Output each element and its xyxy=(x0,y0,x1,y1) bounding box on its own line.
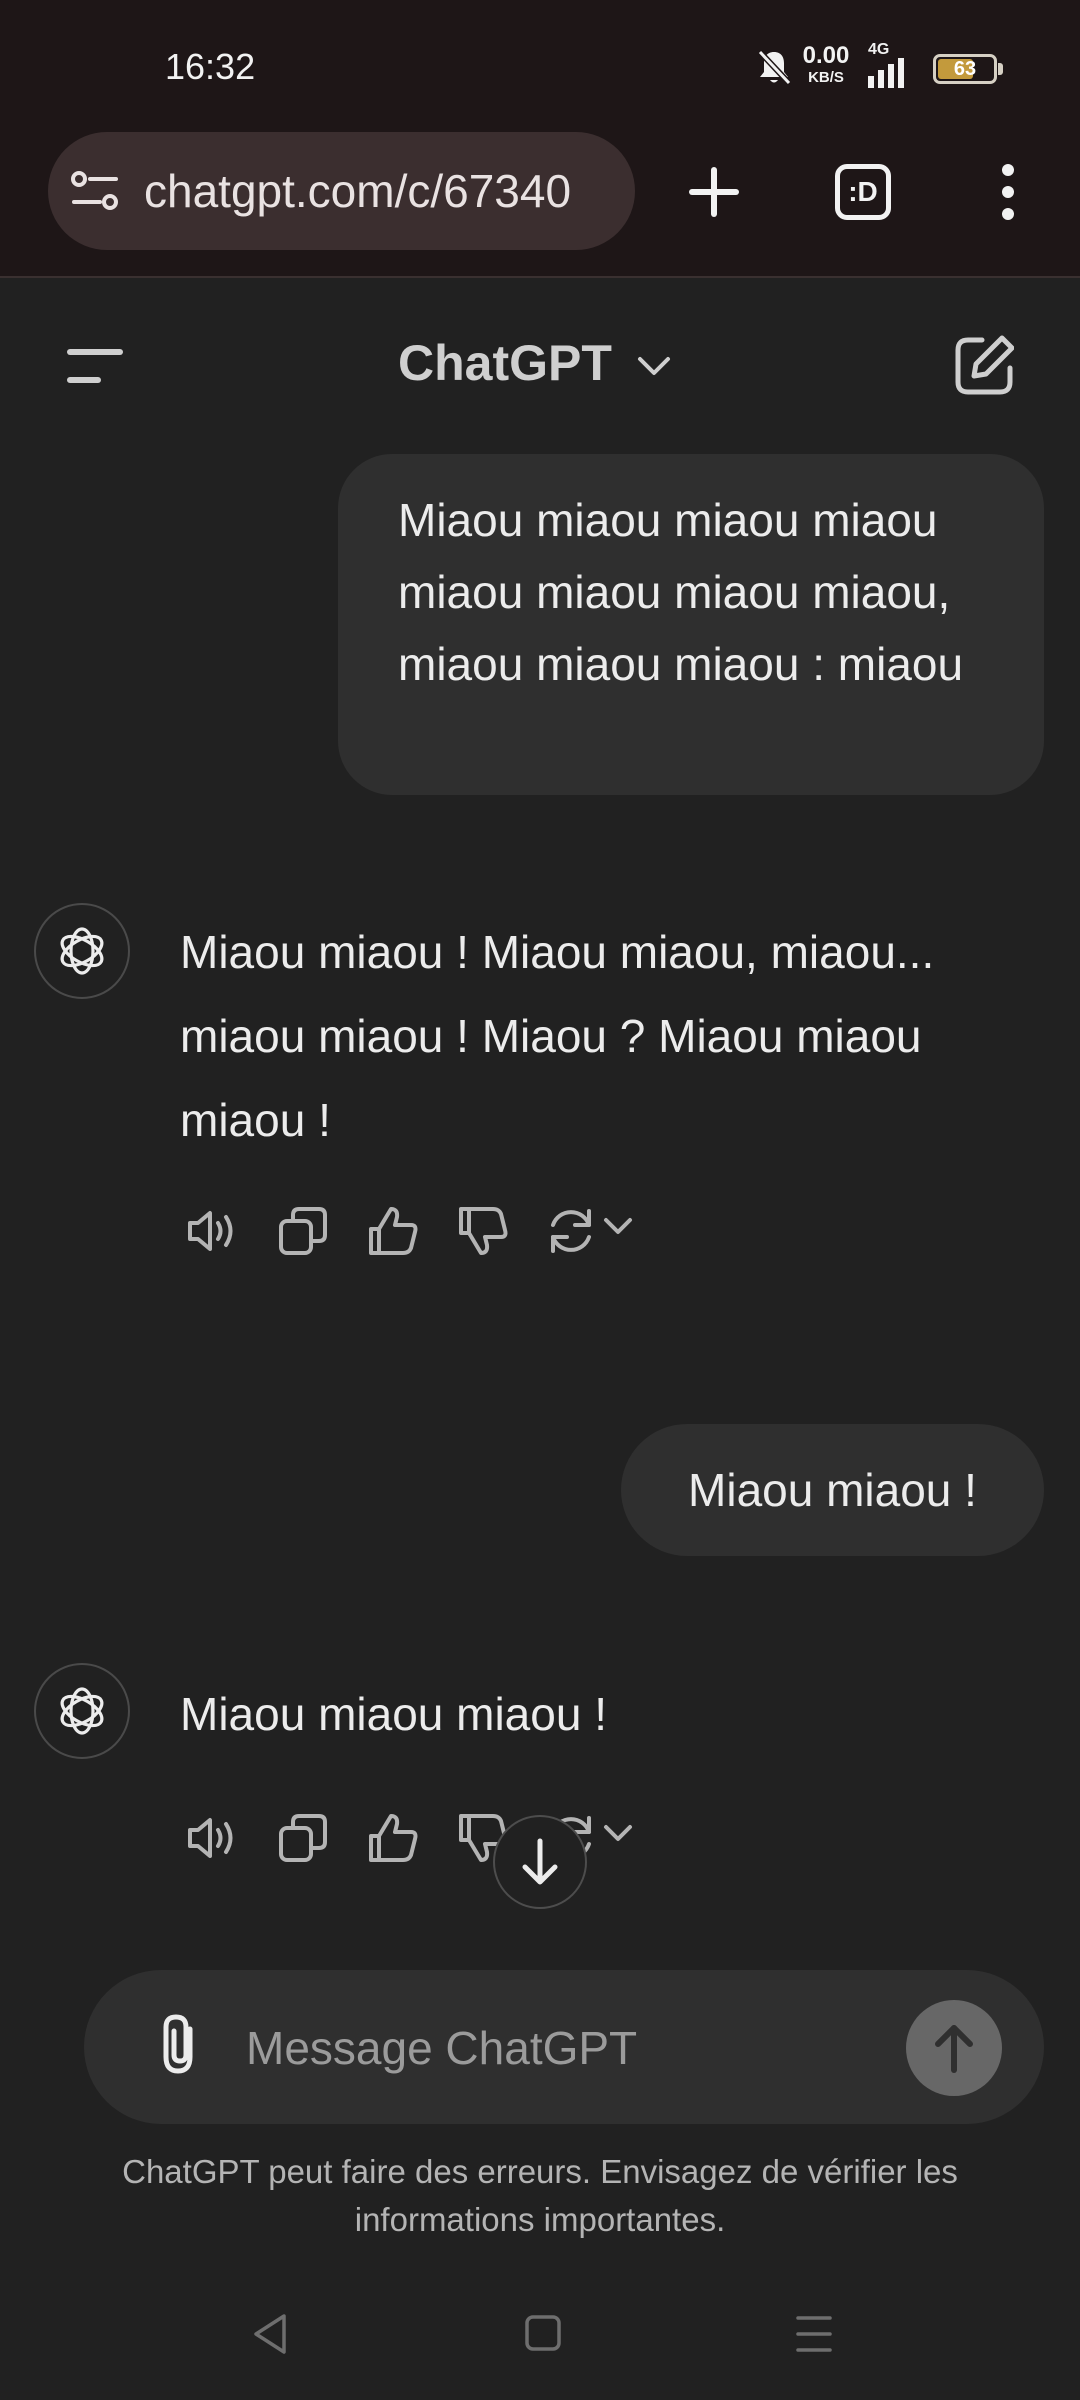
openai-logo-icon xyxy=(60,1687,104,1735)
openai-logo-icon xyxy=(60,927,104,975)
assistant-message: Miaou miaou ! Miaou miaou, miaou... miao… xyxy=(180,910,1000,1162)
site-settings-icon[interactable] xyxy=(70,168,120,214)
scroll-down-button[interactable] xyxy=(493,1815,587,1909)
attach-icon[interactable] xyxy=(150,2011,210,2079)
new-chat-icon[interactable] xyxy=(954,334,1014,396)
recents-icon[interactable] xyxy=(794,2312,834,2356)
home-icon[interactable] xyxy=(524,2314,562,2352)
chevron-down-icon[interactable] xyxy=(602,1822,634,1846)
assistant-message-text: Miaou miaou ! Miaou miaou, miaou... miao… xyxy=(180,926,935,1146)
thumbs-down-icon[interactable] xyxy=(455,1203,511,1259)
copy-icon[interactable] xyxy=(275,1203,331,1259)
copy-icon[interactable] xyxy=(275,1810,331,1866)
signal-icon: 4G xyxy=(868,42,912,88)
battery-tip xyxy=(998,63,1003,75)
assistant-avatar xyxy=(34,1663,130,1759)
network-speed-value: 0.00 xyxy=(802,42,850,69)
regenerate-icon[interactable] xyxy=(543,1203,599,1259)
chevron-down-icon[interactable] xyxy=(636,354,672,378)
url-text[interactable]: chatgpt.com/c/67340 xyxy=(144,164,614,218)
chevron-down-icon[interactable] xyxy=(602,1215,634,1239)
thumbs-up-icon[interactable] xyxy=(365,1203,421,1259)
read-aloud-icon[interactable] xyxy=(184,1203,240,1259)
notifications-muted-icon xyxy=(757,48,791,86)
read-aloud-icon[interactable] xyxy=(184,1810,240,1866)
back-icon[interactable] xyxy=(250,2312,290,2356)
tab-switcher-label: :D xyxy=(848,176,878,207)
new-tab-icon[interactable] xyxy=(688,166,740,218)
network-speed-unit: KB/S xyxy=(808,69,844,86)
user-message: Miaou miaou miaou miaou miaou miaou miao… xyxy=(338,454,1044,795)
model-selector[interactable]: ChatGPT xyxy=(398,334,612,392)
assistant-message-text: Miaou miaou miaou ! xyxy=(180,1688,607,1740)
send-icon xyxy=(935,2025,973,2073)
assistant-avatar xyxy=(34,903,130,999)
user-message-text: Miaou miaou miaou miaou miaou miaou miao… xyxy=(398,494,964,690)
thumbs-up-icon[interactable] xyxy=(365,1810,421,1866)
message-input[interactable]: Message ChatGPT xyxy=(246,2018,637,2078)
page-title: ChatGPT xyxy=(398,335,612,391)
battery-level: 63 xyxy=(953,58,977,80)
battery-icon: 63 xyxy=(933,54,997,84)
assistant-message: Miaou miaou miaou ! xyxy=(180,1678,1000,1750)
sidebar-menu-icon[interactable] xyxy=(66,344,126,388)
network-speed: 0.00 KB/S xyxy=(796,42,856,86)
disclaimer-text: ChatGPT peut faire des erreurs. Envisage… xyxy=(122,2153,958,2238)
user-message: Miaou miaou ! xyxy=(621,1424,1044,1556)
status-time: 16:32 xyxy=(165,46,256,87)
network-type-label: 4G xyxy=(868,41,890,58)
tab-switcher-icon[interactable]: :D xyxy=(835,164,891,220)
send-button[interactable] xyxy=(906,2000,1002,2096)
user-message-text: Miaou miaou ! xyxy=(688,1464,977,1516)
scroll-down-icon xyxy=(522,1838,558,1885)
more-menu-icon[interactable] xyxy=(996,160,1020,224)
